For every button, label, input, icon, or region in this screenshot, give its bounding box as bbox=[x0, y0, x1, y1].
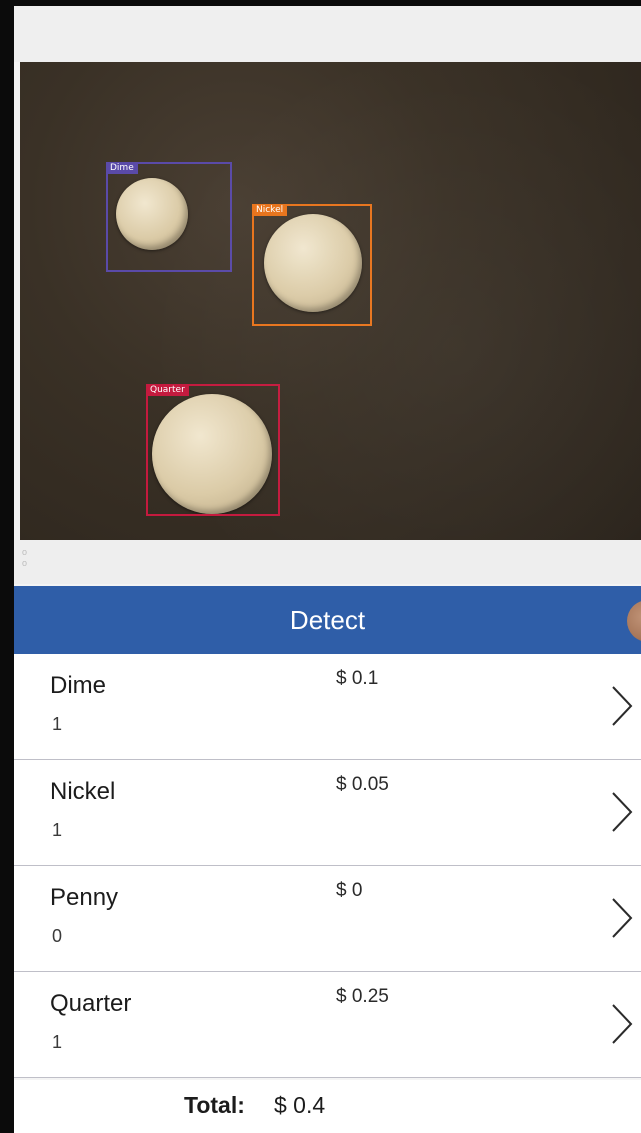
coin-count: 1 bbox=[52, 714, 63, 734]
detect-button[interactable]: Detect bbox=[14, 586, 641, 654]
detect-button-label: Detect bbox=[289, 604, 366, 635]
detection-label-nickel: Nickel bbox=[252, 204, 288, 216]
coin-name: Dime bbox=[50, 672, 107, 699]
total-amount: $ 0.4 bbox=[274, 1092, 326, 1118]
coin-count: 0 bbox=[52, 926, 63, 946]
chevron-right-icon[interactable] bbox=[609, 790, 635, 834]
dime-coin bbox=[116, 178, 188, 250]
top-bar bbox=[14, 6, 641, 62]
chevron-right-icon[interactable] bbox=[609, 684, 635, 728]
list-item-dime[interactable]: Dime 1 $ 0.1 bbox=[14, 654, 641, 760]
detection-box-quarter: Quarter bbox=[146, 384, 280, 516]
app-frame: Dime Nickel Quarter oo Detect Dime 1 $ 0… bbox=[14, 6, 641, 1133]
detection-label-quarter: Quarter bbox=[146, 384, 189, 396]
detection-box-dime: Dime bbox=[106, 162, 232, 272]
divider-strip bbox=[14, 540, 641, 584]
total-label: Total: bbox=[184, 1092, 245, 1118]
coin-name: Penny bbox=[50, 884, 119, 911]
coin-value: $ 0.25 bbox=[336, 986, 389, 1007]
total-bar: Total: $ 0.4 bbox=[14, 1080, 641, 1133]
coin-value: $ 0.1 bbox=[336, 668, 379, 689]
detection-label-dime: Dime bbox=[106, 162, 138, 174]
nickel-coin bbox=[264, 214, 362, 312]
list-item-quarter[interactable]: Quarter 1 $ 0.25 bbox=[14, 972, 641, 1078]
coin-count: 1 bbox=[52, 820, 63, 840]
coin-name: Quarter bbox=[50, 990, 132, 1017]
chevron-right-icon[interactable] bbox=[609, 896, 635, 940]
edge-marks: oo bbox=[22, 547, 28, 568]
coin-value: $ 0 bbox=[336, 880, 363, 901]
detection-box-nickel: Nickel bbox=[252, 204, 372, 326]
quarter-coin bbox=[152, 394, 272, 514]
list-item-nickel[interactable]: Nickel 1 $ 0.05 bbox=[14, 760, 641, 866]
coin-count: 1 bbox=[52, 1032, 63, 1052]
finger-overlay bbox=[627, 600, 641, 642]
chevron-right-icon[interactable] bbox=[609, 1002, 635, 1046]
list-item-penny[interactable]: Penny 0 $ 0 bbox=[14, 866, 641, 972]
coin-name: Nickel bbox=[50, 778, 116, 805]
camera-view: Dime Nickel Quarter bbox=[20, 62, 641, 540]
coin-list: Dime 1 $ 0.1 Nickel 1 $ 0.05 Penny 0 $ 0… bbox=[14, 654, 641, 1078]
coin-value: $ 0.05 bbox=[336, 774, 389, 795]
